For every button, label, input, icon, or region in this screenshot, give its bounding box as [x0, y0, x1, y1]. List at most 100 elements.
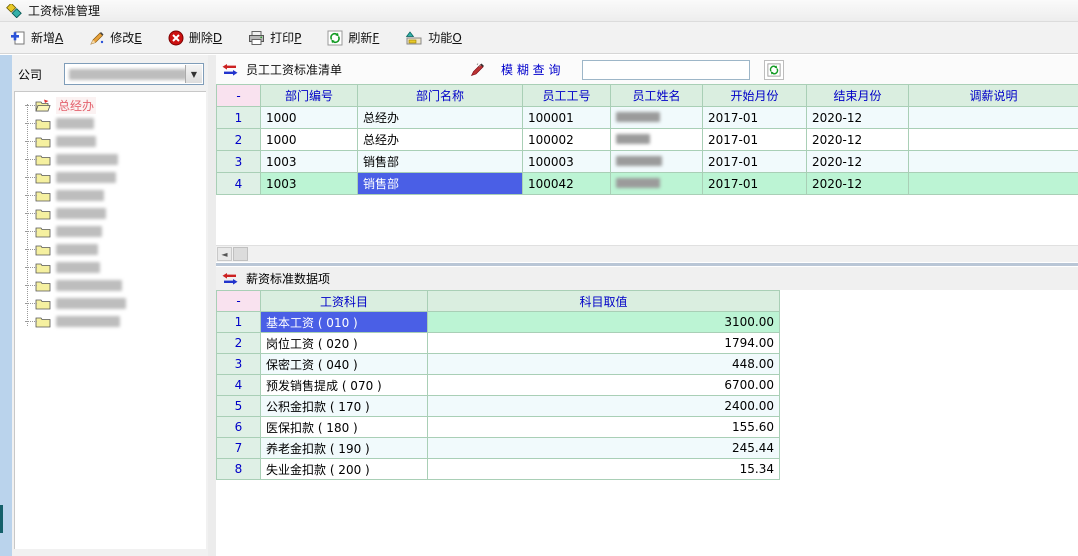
- row-number-cell[interactable]: 8: [217, 459, 261, 480]
- fuzzy-search-input[interactable]: [582, 60, 750, 80]
- dept-name-cell[interactable]: 总经办: [358, 129, 523, 151]
- row-number-cell[interactable]: 1: [217, 107, 261, 129]
- col-header-dept-code[interactable]: 部门编号: [261, 85, 358, 107]
- dept-code-cell[interactable]: 1003: [261, 173, 358, 195]
- emp-name-cell[interactable]: [611, 107, 703, 129]
- emp-name-cell[interactable]: [611, 151, 703, 173]
- subject-cell[interactable]: 养老金扣款 ( 190 ): [261, 438, 428, 459]
- value-cell[interactable]: 1794.00: [428, 333, 780, 354]
- value-cell[interactable]: 448.00: [428, 354, 780, 375]
- row-number-cell[interactable]: 2: [217, 333, 261, 354]
- note-cell[interactable]: [909, 151, 1078, 173]
- col-header-note[interactable]: 调薪说明: [909, 85, 1078, 107]
- tree-item-redacted[interactable]: [15, 168, 206, 186]
- start-month-cell[interactable]: 2017-01: [703, 173, 807, 195]
- tree-item-redacted[interactable]: [15, 114, 206, 132]
- combobox-dropdown-arrow-icon[interactable]: ▼: [185, 65, 202, 83]
- new-button[interactable]: 新增A: [10, 29, 63, 46]
- subject-cell[interactable]: 预发销售提成 ( 070 ): [261, 375, 428, 396]
- dept-name-cell[interactable]: 销售部: [358, 151, 523, 173]
- value-cell[interactable]: 15.34: [428, 459, 780, 480]
- tree-item-redacted[interactable]: [15, 186, 206, 204]
- tree-item-redacted[interactable]: [15, 240, 206, 258]
- row-number-cell[interactable]: 5: [217, 396, 261, 417]
- note-cell[interactable]: [909, 129, 1078, 151]
- col-header-emp-name[interactable]: 员工姓名: [611, 85, 703, 107]
- function-button[interactable]: 功能O: [405, 29, 461, 46]
- row-number-cell[interactable]: 6: [217, 417, 261, 438]
- subject-cell[interactable]: 岗位工资 ( 020 ): [261, 333, 428, 354]
- dept-code-cell[interactable]: 1003: [261, 151, 358, 173]
- col-header-end-month[interactable]: 结束月份: [807, 85, 909, 107]
- end-month-cell[interactable]: 2020-12: [807, 107, 909, 129]
- table-row-selected: 4 1003 销售部 100042 2017-01 2020-12: [217, 173, 1078, 195]
- emp-no-cell[interactable]: 100003: [523, 151, 611, 173]
- subject-cell[interactable]: 公积金扣款 ( 170 ): [261, 396, 428, 417]
- dept-name-cell[interactable]: 总经办: [358, 107, 523, 129]
- value-cell[interactable]: 245.44: [428, 438, 780, 459]
- company-combobox[interactable]: ▼: [64, 63, 204, 85]
- refresh-button-label: 刷新F: [348, 29, 379, 46]
- main-toolbar: 新增A 修改E 删除D 打印P: [0, 22, 1078, 54]
- start-month-cell[interactable]: 2017-01: [703, 107, 807, 129]
- panel-splitter-vertical[interactable]: [208, 55, 216, 556]
- subject-cell-selected[interactable]: 基本工资 ( 010 ): [261, 312, 428, 333]
- tree-item-redacted[interactable]: [15, 258, 206, 276]
- emp-no-cell[interactable]: 100042: [523, 173, 611, 195]
- dept-code-cell[interactable]: 1000: [261, 129, 358, 151]
- row-number-cell[interactable]: 4: [217, 375, 261, 396]
- note-cell[interactable]: [909, 173, 1078, 195]
- panel-splitter-horizontal[interactable]: [216, 263, 1078, 266]
- row-number-cell[interactable]: 3: [217, 354, 261, 375]
- row-number-cell[interactable]: 1: [217, 312, 261, 333]
- print-button[interactable]: 打印P: [248, 29, 301, 46]
- subject-cell[interactable]: 医保扣款 ( 180 ): [261, 417, 428, 438]
- col-header-dept-name[interactable]: 部门名称: [358, 85, 523, 107]
- note-cell[interactable]: [909, 107, 1078, 129]
- search-refresh-button[interactable]: [764, 60, 784, 80]
- col-header-start-month[interactable]: 开始月份: [703, 85, 807, 107]
- value-cell[interactable]: 6700.00: [428, 375, 780, 396]
- tree-item-selected[interactable]: 总经办: [15, 96, 206, 114]
- table-header-row: - 工资科目 科目取值: [217, 291, 780, 312]
- emp-name-cell[interactable]: [611, 173, 703, 195]
- tree-item-redacted[interactable]: [15, 222, 206, 240]
- col-header-subject[interactable]: 工资科目: [261, 291, 428, 312]
- table-row: 4 预发销售提成 ( 070 ) 6700.00: [217, 375, 780, 396]
- row-number-cell[interactable]: 3: [217, 151, 261, 173]
- end-month-cell[interactable]: 2020-12: [807, 151, 909, 173]
- row-number-cell[interactable]: 7: [217, 438, 261, 459]
- edit-button[interactable]: 修改E: [89, 29, 142, 46]
- value-cell[interactable]: 2400.00: [428, 396, 780, 417]
- emp-name-cell[interactable]: [611, 129, 703, 151]
- row-number-cell[interactable]: 4: [217, 173, 261, 195]
- dept-code-cell[interactable]: 1000: [261, 107, 358, 129]
- scroll-left-arrow-icon[interactable]: ◄: [217, 247, 232, 261]
- value-cell[interactable]: 155.60: [428, 417, 780, 438]
- subject-cell[interactable]: 失业金扣款 ( 200 ): [261, 459, 428, 480]
- col-header-num[interactable]: -: [217, 85, 261, 107]
- emp-no-cell[interactable]: 100001: [523, 107, 611, 129]
- delete-button[interactable]: 删除D: [168, 29, 222, 46]
- row-number-cell[interactable]: 2: [217, 129, 261, 151]
- start-month-cell[interactable]: 2017-01: [703, 151, 807, 173]
- col-header-value[interactable]: 科目取值: [428, 291, 780, 312]
- horizontal-scrollbar[interactable]: ◄: [216, 245, 1078, 262]
- dept-name-cell-selected[interactable]: 销售部: [358, 173, 523, 195]
- col-header-emp-no[interactable]: 员工工号: [523, 85, 611, 107]
- scrollbar-thumb[interactable]: [233, 247, 248, 261]
- subject-cell[interactable]: 保密工资 ( 040 ): [261, 354, 428, 375]
- col-header-num[interactable]: -: [217, 291, 261, 312]
- end-month-cell[interactable]: 2020-12: [807, 129, 909, 151]
- tree-item-redacted[interactable]: [15, 150, 206, 168]
- tree-item-redacted[interactable]: [15, 132, 206, 150]
- tree-item-redacted[interactable]: [15, 312, 206, 330]
- value-cell[interactable]: 3100.00: [428, 312, 780, 333]
- tree-item-redacted[interactable]: [15, 204, 206, 222]
- tree-item-redacted[interactable]: [15, 294, 206, 312]
- refresh-button[interactable]: 刷新F: [327, 29, 379, 46]
- start-month-cell[interactable]: 2017-01: [703, 129, 807, 151]
- tree-item-redacted[interactable]: [15, 276, 206, 294]
- end-month-cell[interactable]: 2020-12: [807, 173, 909, 195]
- emp-no-cell[interactable]: 100002: [523, 129, 611, 151]
